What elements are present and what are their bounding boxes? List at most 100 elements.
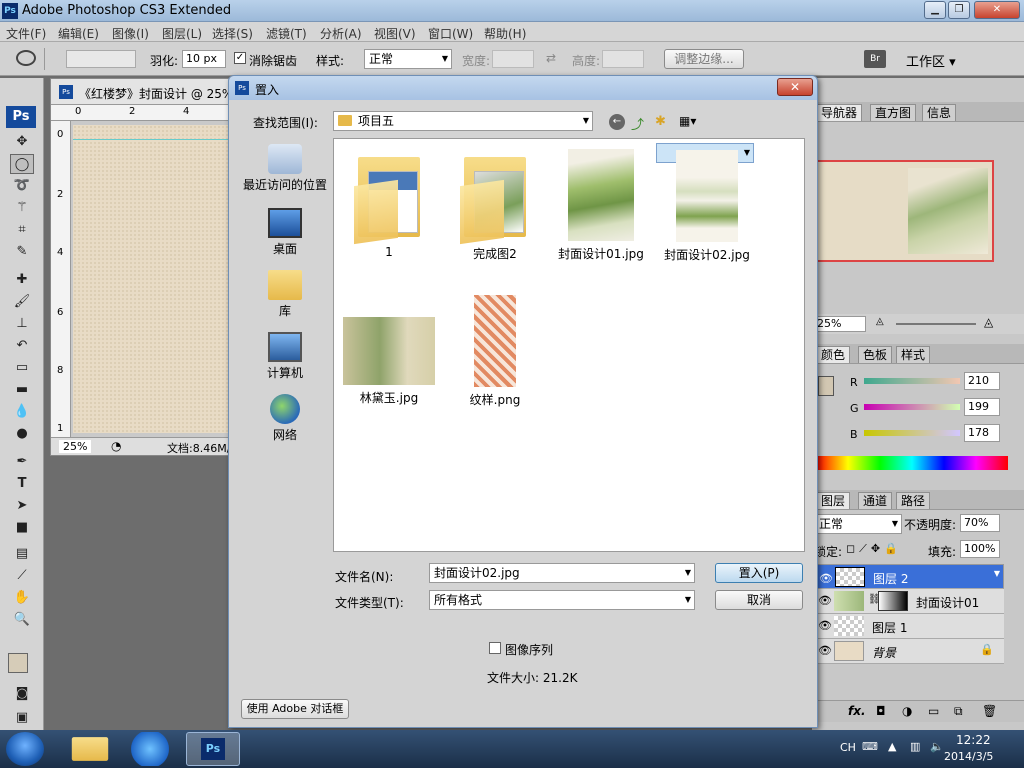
eraser-tool-icon[interactable]: ▭ [10, 358, 34, 378]
zoom-in-icon[interactable]: ◬ [984, 315, 993, 329]
place-computer[interactable]: 计算机 [239, 332, 331, 381]
view-menu-icon[interactable]: ▦▾ [679, 114, 696, 128]
back-icon[interactable]: ← [609, 114, 625, 130]
ellipse-marquee-tool-icon[interactable]: ◯ [10, 154, 34, 174]
tab-color[interactable]: 颜色 [816, 346, 851, 363]
brush-tool-icon[interactable]: 🖌 [10, 292, 34, 312]
place-recent[interactable]: 最近访问的位置 [239, 144, 331, 193]
new-layer-icon[interactable]: ⧉ [954, 704, 963, 719]
zoom-slider[interactable] [896, 323, 976, 325]
layer-row[interactable]: 👁 图层 1 [816, 614, 1004, 639]
eyedropper-tool-icon[interactable]: ⟋ [10, 566, 34, 586]
gradient-tool-icon[interactable]: ▬ [10, 380, 34, 400]
filetype-select[interactable]: 所有格式 [429, 590, 695, 610]
move-tool-icon[interactable]: ✥ [10, 132, 34, 152]
antialias-checkbox[interactable]: ✓ [234, 52, 246, 64]
screen-mode-icon[interactable]: ▣ [10, 708, 34, 728]
path-select-icon[interactable]: ➤ [10, 496, 34, 516]
add-mask-icon[interactable]: ◘ [876, 704, 886, 718]
feather-input[interactable]: 10 px [182, 50, 226, 68]
volume-icon[interactable]: 🔈 [930, 740, 944, 753]
navigator-zoom-input[interactable]: 25% [814, 316, 866, 332]
use-adobe-dialog-button[interactable]: 使用 Adobe 对话框 [241, 699, 349, 719]
clock-date[interactable]: 2014/3/5 [944, 750, 993, 763]
g-slider[interactable] [864, 404, 960, 410]
swap-icon[interactable]: ⇄ [546, 51, 556, 65]
menu-window[interactable]: 窗口(W) [428, 25, 473, 42]
fill-input[interactable]: 100% [960, 540, 1000, 558]
eye-icon[interactable]: 👁 [818, 619, 832, 632]
file-item[interactable]: 完成图2 [446, 143, 544, 262]
r-input[interactable]: 210 [964, 372, 1000, 390]
document-canvas[interactable] [73, 125, 231, 433]
menu-filter[interactable]: 滤镜(T) [266, 25, 307, 42]
r-slider[interactable] [864, 378, 960, 384]
magic-wand-icon[interactable]: ⚚ [10, 198, 34, 218]
file-item[interactable]: 纹样.png [446, 289, 544, 408]
place-desktop[interactable]: 桌面 [239, 208, 331, 257]
file-item-selected[interactable]: 封面设计02.jpg [656, 143, 754, 262]
place-button[interactable]: 置入(P) [715, 563, 803, 583]
blur-tool-icon[interactable]: 💧 [10, 402, 34, 422]
eye-icon[interactable]: 👁 [819, 570, 833, 588]
eye-icon[interactable]: 👁 [818, 594, 832, 607]
workspace-button[interactable]: 工作区 ▾ [906, 51, 956, 70]
trash-icon[interactable]: 🗑 [982, 704, 997, 718]
menu-analysis[interactable]: 分析(A) [320, 25, 362, 42]
lookin-select[interactable]: 项目五 [333, 111, 593, 131]
file-item[interactable]: 林黛玉.jpg [340, 289, 438, 406]
zoom-tool-icon[interactable]: 🔍 [10, 610, 34, 630]
keyboard-icon[interactable]: ⌨ [862, 740, 878, 753]
tab-paths[interactable]: 路径 [896, 492, 931, 509]
tab-navigator[interactable]: 导航器 [816, 104, 863, 121]
place-libraries[interactable]: 库 [239, 270, 331, 319]
tab-layers[interactable]: 图层 [816, 492, 851, 509]
ie-taskbar-icon[interactable] [124, 732, 176, 766]
layer-row[interactable]: 👁 ⛓ 封面设计01 [816, 589, 1004, 614]
foreground-color-swatch[interactable] [8, 653, 28, 673]
tab-styles[interactable]: 样式 [896, 346, 931, 363]
place-network[interactable]: 网络 [239, 394, 331, 443]
b-input[interactable]: 178 [964, 424, 1000, 442]
tab-swatches[interactable]: 色板 [858, 346, 893, 363]
menu-help[interactable]: 帮助(H) [484, 25, 526, 42]
menu-image[interactable]: 图像(I) [112, 25, 149, 42]
eye-icon[interactable]: 👁 [818, 644, 832, 657]
zoom-level[interactable]: 25% [59, 440, 92, 453]
minimize-button[interactable]: ▁ [924, 1, 946, 19]
g-input[interactable]: 199 [964, 398, 1000, 416]
selection-mode-buttons[interactable] [66, 50, 136, 68]
menu-file[interactable]: 文件(F) [6, 25, 46, 42]
style-select[interactable]: 正常 [364, 49, 452, 69]
start-button[interactable] [6, 732, 44, 766]
bridge-icon[interactable]: Br [864, 50, 886, 68]
zoom-out-icon[interactable]: ◬ [876, 316, 884, 327]
lasso-tool-icon[interactable]: ➰ [10, 176, 34, 196]
lock-icons[interactable]: ◻⟋✥🔒 [846, 542, 902, 556]
language-indicator[interactable]: CH [840, 741, 856, 754]
history-brush-icon[interactable]: ↶ [10, 336, 34, 356]
color-swatch[interactable] [818, 376, 834, 396]
cancel-button[interactable]: 取消 [715, 590, 803, 610]
crop-tool-icon[interactable]: ⌗ [10, 220, 34, 240]
file-item[interactable]: 1 [340, 143, 438, 259]
menu-view[interactable]: 视图(V) [374, 25, 416, 42]
menu-layer[interactable]: 图层(L) [162, 25, 202, 42]
pen-tool-icon[interactable]: ✒ [10, 452, 34, 472]
tab-channels[interactable]: 通道 [858, 492, 893, 509]
opacity-input[interactable]: 70% [960, 514, 1000, 532]
image-sequence-checkbox[interactable] [489, 642, 501, 654]
document-tab[interactable]: Ps 《红楼梦》封面设计 @ 25% [51, 79, 233, 105]
tray-arrow-icon[interactable]: ▲ [888, 740, 896, 753]
refine-edge-button[interactable]: 调整边缘... [664, 49, 744, 69]
blend-mode-select[interactable]: 正常 [814, 514, 902, 534]
dialog-close-button[interactable]: ✕ [777, 78, 813, 96]
notes-tool-icon[interactable]: ▤ [10, 544, 34, 564]
quick-mask-icon[interactable]: ◙ [10, 684, 34, 704]
b-slider[interactable] [864, 430, 960, 436]
layer-row[interactable]: 👁 图层 2 [816, 564, 1004, 589]
file-item[interactable]: 封面设计01.jpg [552, 143, 650, 262]
close-button[interactable]: ✕ [974, 1, 1020, 19]
status-menu-icon[interactable]: ◔ [111, 439, 121, 453]
healing-brush-icon[interactable]: ✚ [10, 270, 34, 290]
